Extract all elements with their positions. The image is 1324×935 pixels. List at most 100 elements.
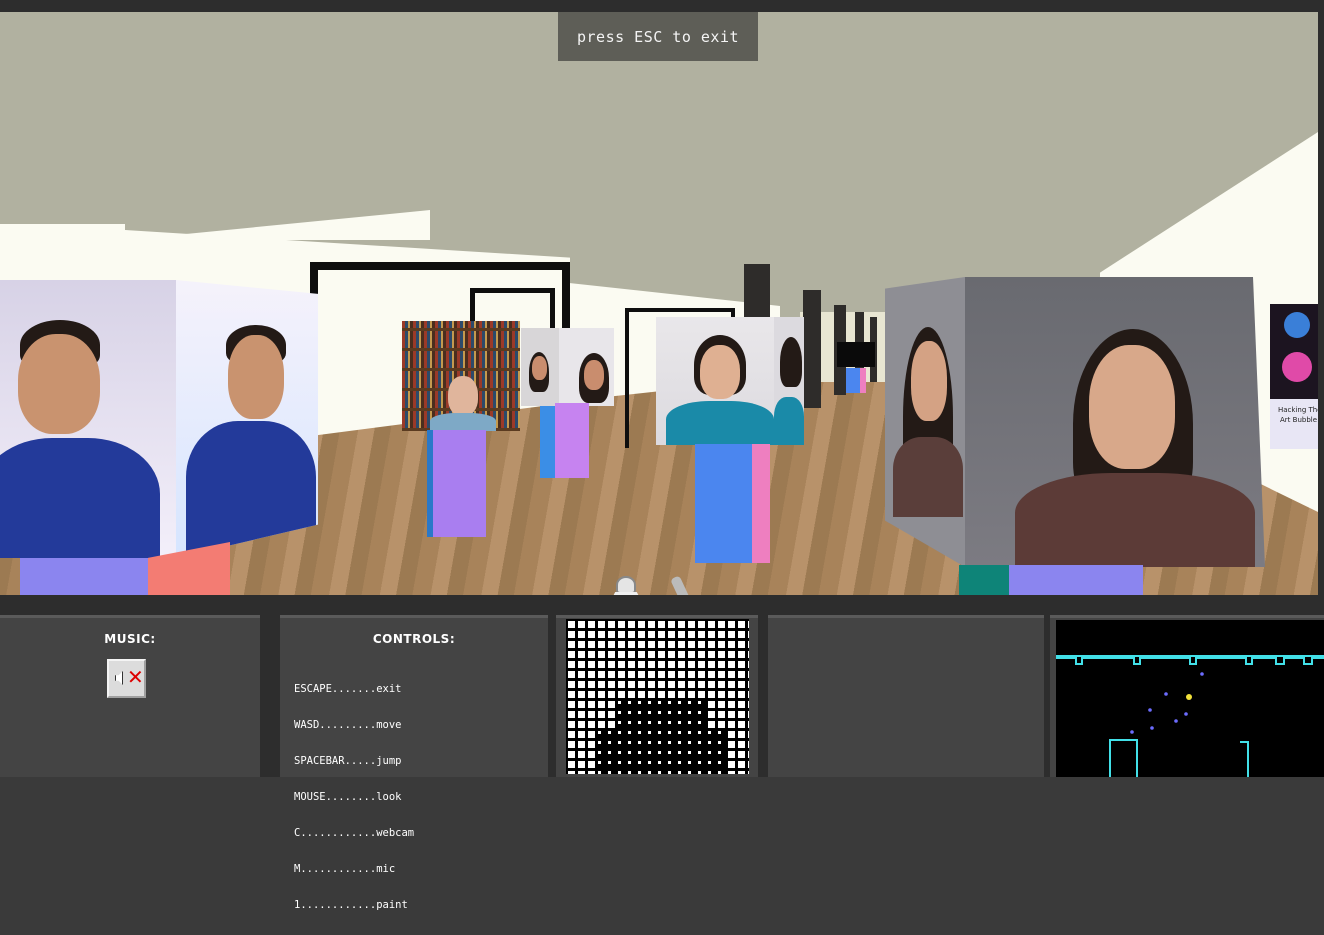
music-toggle-button[interactable]: ✕: [107, 659, 146, 698]
pixel-cell[interactable]: [628, 691, 635, 698]
pixel-cell[interactable]: [748, 691, 749, 698]
pixel-cell[interactable]: [568, 631, 575, 638]
pixel-cell[interactable]: [728, 701, 735, 708]
pixel-cell[interactable]: [688, 681, 695, 688]
pixel-cell[interactable]: [708, 661, 715, 668]
pixel-cell[interactable]: [708, 621, 715, 628]
pixel-cell[interactable]: [598, 731, 601, 734]
pixel-cell[interactable]: [628, 741, 631, 744]
pixel-cell[interactable]: [738, 761, 745, 768]
pixel-cell[interactable]: [648, 751, 651, 754]
pixel-cell[interactable]: [738, 701, 745, 708]
pixel-cell[interactable]: [738, 721, 745, 728]
pixel-cell[interactable]: [598, 691, 605, 698]
pixel-cell[interactable]: [568, 711, 575, 718]
pixel-cell[interactable]: [718, 751, 721, 754]
pixel-cell[interactable]: [618, 771, 621, 774]
pixel-cell[interactable]: [598, 671, 605, 678]
pixel-cell[interactable]: [628, 661, 635, 668]
pixel-cell[interactable]: [738, 751, 745, 758]
pixel-cell[interactable]: [708, 691, 715, 698]
pixel-cell[interactable]: [638, 651, 645, 658]
pixel-cell[interactable]: [728, 661, 735, 668]
pixel-cell[interactable]: [688, 711, 691, 714]
pixel-cell[interactable]: [698, 721, 701, 724]
pixel-cell[interactable]: [608, 761, 611, 764]
pixel-cell[interactable]: [698, 761, 701, 764]
pixel-cell[interactable]: [578, 741, 585, 748]
pixel-cell[interactable]: [638, 741, 641, 744]
pixel-cell[interactable]: [668, 621, 675, 628]
pixel-cell[interactable]: [578, 671, 585, 678]
pixel-cell[interactable]: [738, 651, 745, 658]
pixel-cell[interactable]: [658, 741, 661, 744]
pixel-cell[interactable]: [578, 681, 585, 688]
pixel-cell[interactable]: [578, 771, 585, 774]
pixel-cell[interactable]: [598, 641, 605, 648]
pixel-cell[interactable]: [588, 651, 595, 658]
pixel-cell[interactable]: [728, 751, 735, 758]
pixel-cell[interactable]: [568, 741, 575, 748]
pixel-cell[interactable]: [568, 661, 575, 668]
pixel-cell[interactable]: [598, 651, 605, 658]
pixel-cell[interactable]: [688, 751, 691, 754]
pixel-cell[interactable]: [728, 771, 735, 774]
pixel-cell[interactable]: [598, 721, 605, 728]
pixel-cell[interactable]: [618, 741, 621, 744]
pixel-cell[interactable]: [718, 661, 725, 668]
pixel-cell[interactable]: [608, 651, 615, 658]
pixel-cell[interactable]: [588, 681, 595, 688]
pixel-cell[interactable]: [728, 691, 735, 698]
pixel-cell[interactable]: [598, 661, 605, 668]
pixel-cell[interactable]: [598, 751, 601, 754]
pixel-cell[interactable]: [718, 721, 725, 728]
pixel-cell[interactable]: [598, 681, 605, 688]
pixel-cell[interactable]: [648, 651, 655, 658]
pixel-cell[interactable]: [748, 751, 749, 758]
pixel-cell[interactable]: [718, 631, 725, 638]
pixel-cell[interactable]: [638, 751, 641, 754]
webcam-cube-user-1[interactable]: [0, 280, 318, 560]
pixel-cell[interactable]: [738, 771, 745, 774]
pixel-cell[interactable]: [658, 671, 665, 678]
pixel-cell[interactable]: [728, 651, 735, 658]
webcam-cube-user-2[interactable]: [402, 321, 520, 431]
pixel-cell[interactable]: [688, 661, 695, 668]
pixel-cell[interactable]: [728, 681, 735, 688]
pixel-cell[interactable]: [658, 751, 661, 754]
pixel-cell[interactable]: [738, 711, 745, 718]
pixel-cell[interactable]: [568, 671, 575, 678]
pixel-cell[interactable]: [628, 631, 635, 638]
pixel-cell[interactable]: [698, 711, 701, 714]
pixel-cell[interactable]: [718, 731, 721, 734]
webcam-cube-user-3[interactable]: [521, 328, 614, 406]
pixel-cell[interactable]: [588, 761, 595, 768]
pixel-cell[interactable]: [608, 691, 615, 698]
pixel-cell[interactable]: [588, 701, 595, 708]
pixel-cell[interactable]: [588, 621, 595, 628]
pixel-cell[interactable]: [608, 751, 611, 754]
pixel-cell[interactable]: [648, 661, 655, 668]
pixel-cell[interactable]: [628, 701, 631, 704]
pixel-cell[interactable]: [578, 761, 585, 768]
pixel-cell[interactable]: [638, 641, 645, 648]
pixel-cell[interactable]: [748, 671, 749, 678]
pixel-cell[interactable]: [598, 701, 605, 708]
pixel-cell[interactable]: [668, 741, 671, 744]
pixel-cell[interactable]: [658, 761, 661, 764]
gallery-scene[interactable]: Hacking The Art Bubble: [0, 12, 1318, 595]
pixel-cell[interactable]: [738, 681, 745, 688]
pixel-cell[interactable]: [668, 681, 675, 688]
pixel-cell[interactable]: [688, 741, 691, 744]
pixel-cell[interactable]: [668, 641, 675, 648]
pixel-cell[interactable]: [748, 761, 749, 768]
pixel-cell[interactable]: [648, 701, 651, 704]
pixel-cell[interactable]: [618, 751, 621, 754]
pixel-cell[interactable]: [658, 641, 665, 648]
pixel-cell[interactable]: [668, 751, 671, 754]
pixel-cell[interactable]: [618, 711, 621, 714]
pixel-cell[interactable]: [628, 721, 631, 724]
pixel-cell[interactable]: [658, 621, 665, 628]
pixel-cell[interactable]: [718, 671, 725, 678]
pixel-cell[interactable]: [678, 721, 681, 724]
